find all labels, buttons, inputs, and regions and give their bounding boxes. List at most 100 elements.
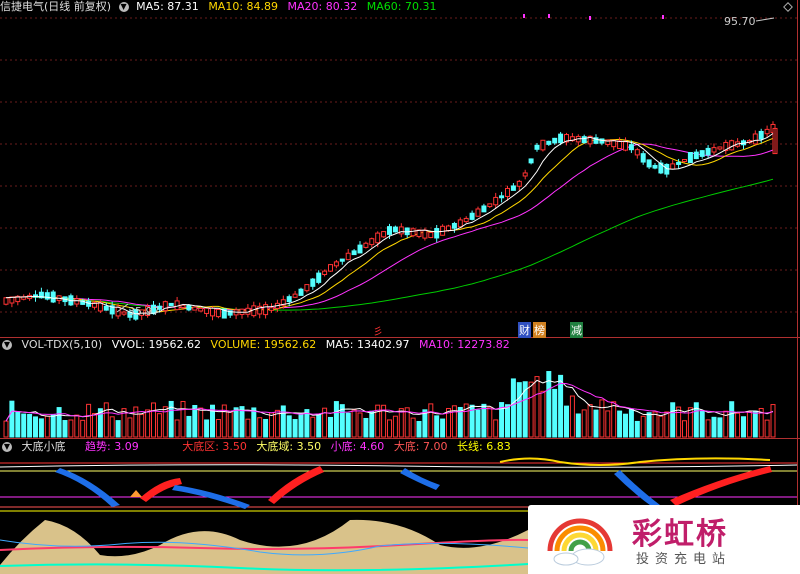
volume-bar: [752, 410, 758, 438]
candle-body: [451, 222, 457, 229]
volume-bar: [328, 416, 333, 438]
volume-bar: [280, 405, 286, 438]
volume-bar: [640, 415, 646, 438]
chart-canvas[interactable]: [0, 0, 800, 574]
watermark-subtitle: 投资充电站: [636, 552, 732, 567]
volume-bar: [493, 419, 499, 438]
volume-bar: [15, 411, 21, 438]
signal-triangle: [130, 490, 142, 497]
volume-bar: [516, 382, 522, 438]
volume-bar: [68, 419, 74, 438]
candle-body: [292, 293, 298, 298]
expand-diamond-icon[interactable]: [783, 2, 793, 12]
candle-body: [363, 242, 369, 248]
candle-body: [398, 226, 404, 235]
candle-body: [540, 139, 546, 151]
volume-bar: [62, 420, 68, 438]
volume-bar: [3, 420, 9, 438]
indicator-line: [0, 464, 798, 468]
candle-body: [516, 180, 522, 187]
volume-bar: [617, 410, 623, 438]
volume-bar: [746, 411, 752, 438]
candle-body: [410, 228, 416, 237]
volume-bar: [9, 400, 15, 438]
volume-bar: [180, 400, 186, 438]
candle-body: [687, 152, 693, 164]
volume-bar: [145, 409, 151, 438]
volume-bar: [764, 419, 770, 438]
indicator-line: [499, 457, 771, 466]
volume-ma5-line: [5, 379, 774, 422]
finance-report-marker[interactable]: 财: [518, 322, 531, 338]
volume-bar: [475, 409, 481, 438]
volume-bar: [605, 410, 611, 438]
candle-body: [387, 226, 392, 235]
volume-bar: [151, 402, 156, 438]
candle-body: [3, 297, 9, 305]
candle-body: [428, 232, 434, 239]
candle-body: [50, 291, 56, 303]
volume-bar: [581, 409, 587, 438]
candle-body: [198, 307, 204, 312]
candle-body: [481, 205, 487, 213]
volume-bar: [741, 416, 746, 438]
candlestick-series: [3, 121, 778, 321]
volume-bar: [634, 420, 640, 438]
candle-body: [758, 130, 764, 140]
rainbow-logo-icon: [547, 518, 613, 566]
candle-body: [269, 307, 274, 311]
volume-bar: [676, 406, 682, 438]
volume-bar: [115, 420, 121, 438]
volume-bar: [139, 414, 145, 438]
trend-band-up: [268, 466, 324, 504]
candle-body: [764, 128, 770, 135]
candle-body: [510, 185, 516, 191]
trend-band-up: [670, 466, 772, 506]
volume-bar: [74, 414, 80, 438]
candle-body: [475, 208, 481, 217]
candle-body: [304, 284, 310, 292]
volume-bar: [735, 412, 741, 438]
candle-body: [204, 307, 210, 314]
candle-body: [446, 225, 451, 232]
candle-body: [652, 164, 658, 169]
volume-bar: [92, 413, 97, 438]
candle-body: [522, 172, 528, 177]
candle-body: [322, 270, 328, 275]
candle-body: [646, 159, 652, 168]
volume-bar: [434, 415, 440, 438]
candle-body: [103, 305, 109, 311]
volume-bar: [569, 395, 575, 438]
volume-bar: [298, 413, 304, 438]
candle-body: [487, 203, 493, 208]
volume-bar: [564, 405, 569, 438]
trend-band-down: [55, 468, 120, 507]
volume-bar: [198, 407, 204, 438]
volume-bar: [623, 413, 628, 438]
candle-body: [174, 300, 180, 311]
event-marker[interactable]: 彡: [373, 323, 383, 338]
volume-bar: [558, 374, 564, 438]
trend-band-down: [614, 470, 660, 508]
candle-body: [215, 308, 221, 318]
candle-body: [552, 137, 558, 144]
watermark: 彩虹桥 投资充电站: [528, 505, 800, 574]
stock-chart-window: { "main_panel": { "stock_name": "信捷电气(日线…: [0, 0, 800, 574]
volume-bar: [711, 416, 717, 438]
volume-bar: [127, 417, 133, 438]
dragon-tiger-list-marker[interactable]: 榜: [533, 322, 546, 338]
candle-body: [546, 140, 552, 145]
candle-body: [640, 153, 646, 163]
candle-body: [534, 144, 540, 150]
price-grid: [0, 17, 797, 313]
reduction-marker[interactable]: 减: [570, 322, 583, 338]
volume-bar: [428, 403, 434, 438]
candle-body: [699, 150, 705, 157]
candle-body: [263, 304, 269, 316]
volume-bar: [410, 417, 416, 438]
volume-bar: [56, 407, 62, 438]
candle-body: [493, 196, 499, 206]
candle-body: [121, 311, 127, 315]
candle-body: [351, 250, 357, 256]
volume-bar: [505, 404, 510, 438]
